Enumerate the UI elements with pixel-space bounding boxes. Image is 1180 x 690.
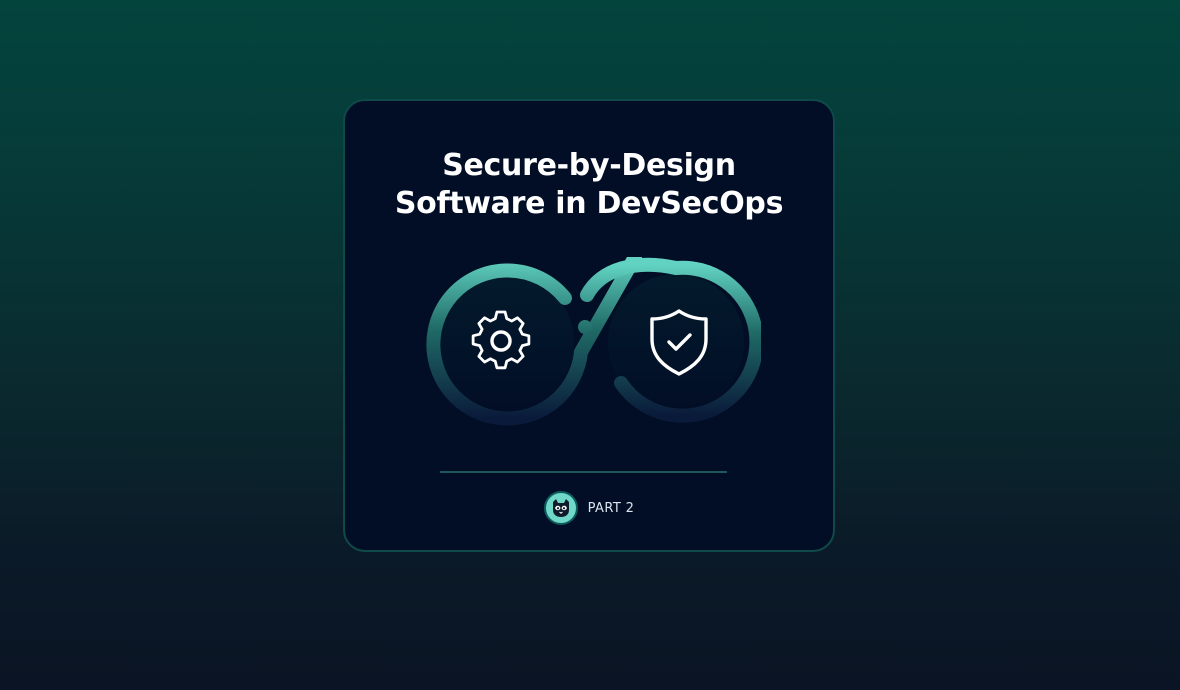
title-line-2: Software in DevSecOps	[394, 186, 784, 221]
title-line-1: Secure-by-Design	[442, 148, 736, 183]
page-title: Secure-by-Design Software in DevSecOps	[345, 147, 833, 223]
footer: PART 2	[345, 490, 833, 526]
mascot-icon	[552, 499, 569, 517]
avatar	[543, 491, 578, 525]
infinity-loop-graphic	[426, 257, 761, 426]
cover-card: Secure-by-Design Software in DevSecOps P…	[343, 99, 835, 552]
divider	[440, 471, 727, 473]
part-label: PART 2	[587, 500, 635, 516]
